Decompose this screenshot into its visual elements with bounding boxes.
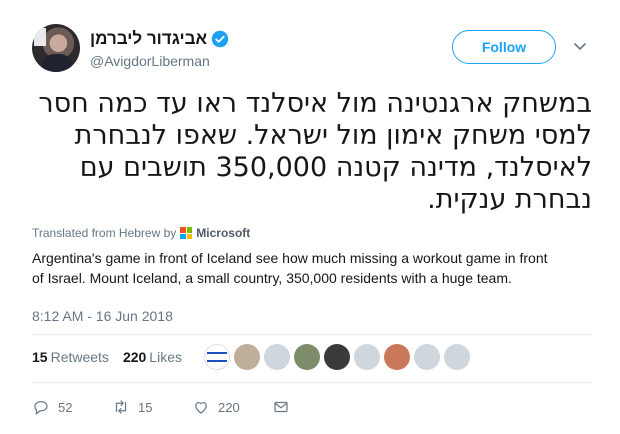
like-count: 220 xyxy=(218,399,240,415)
retweet-button[interactable]: 15 xyxy=(112,398,192,416)
divider xyxy=(32,334,592,335)
display-name[interactable]: אביגדור ליברמן xyxy=(90,29,207,49)
liker-avatar[interactable] xyxy=(293,344,320,370)
tweet-actions: 52 15 220 xyxy=(32,398,352,416)
follow-button[interactable]: Follow xyxy=(452,30,556,64)
chevron-down-icon[interactable] xyxy=(572,38,588,54)
translated-text: Argentina's game in front of Iceland see… xyxy=(32,250,548,286)
tweet-text: במשחק ארגנטינה מול איסלנד ראו עד כמה חסר… xyxy=(38,88,592,215)
liker-avatar[interactable] xyxy=(443,344,470,370)
retweets-stat[interactable]: 15 Retweets xyxy=(32,349,109,365)
retweet-count: 15 xyxy=(138,399,153,415)
translation-attribution: Translated from Hebrew by Microsoft xyxy=(32,226,250,240)
flag-icon xyxy=(34,28,46,46)
retweet-icon xyxy=(115,400,127,414)
likes-stat[interactable]: 220 Likes xyxy=(123,349,182,365)
like-button[interactable]: 220 xyxy=(192,398,272,416)
liker-avatar[interactable] xyxy=(233,344,260,370)
liker-avatar[interactable] xyxy=(263,344,290,370)
tweet-timestamp[interactable]: 8:12 AM - 16 Jun 2018 xyxy=(32,308,173,324)
liker-avatar[interactable] xyxy=(413,344,440,370)
translation-provider[interactable]: Microsoft xyxy=(196,226,250,240)
tweet-stats: 15 Retweets 220 Likes xyxy=(32,344,470,370)
user-handle[interactable]: @AvigdorLiberman xyxy=(90,53,210,69)
direct-message-button[interactable] xyxy=(272,398,352,416)
verified-badge-icon xyxy=(211,30,229,48)
liker-avatar[interactable] xyxy=(383,344,410,370)
liker-avatars xyxy=(203,344,470,370)
liker-avatar[interactable] xyxy=(203,344,230,370)
reply-icon xyxy=(34,401,48,415)
microsoft-logo-icon xyxy=(180,227,193,239)
tweet-header: אביגדור ליברמן @AvigdorLiberman Follow xyxy=(32,24,592,76)
liker-avatar[interactable] xyxy=(323,344,350,370)
envelope-icon xyxy=(274,401,288,413)
reply-count: 52 xyxy=(58,399,73,415)
liker-avatar[interactable] xyxy=(353,344,380,370)
reply-button[interactable]: 52 xyxy=(32,398,112,416)
divider xyxy=(32,382,592,383)
heart-icon xyxy=(195,402,207,414)
avatar[interactable] xyxy=(32,24,80,72)
translation-label: Translated from Hebrew by xyxy=(32,226,177,240)
